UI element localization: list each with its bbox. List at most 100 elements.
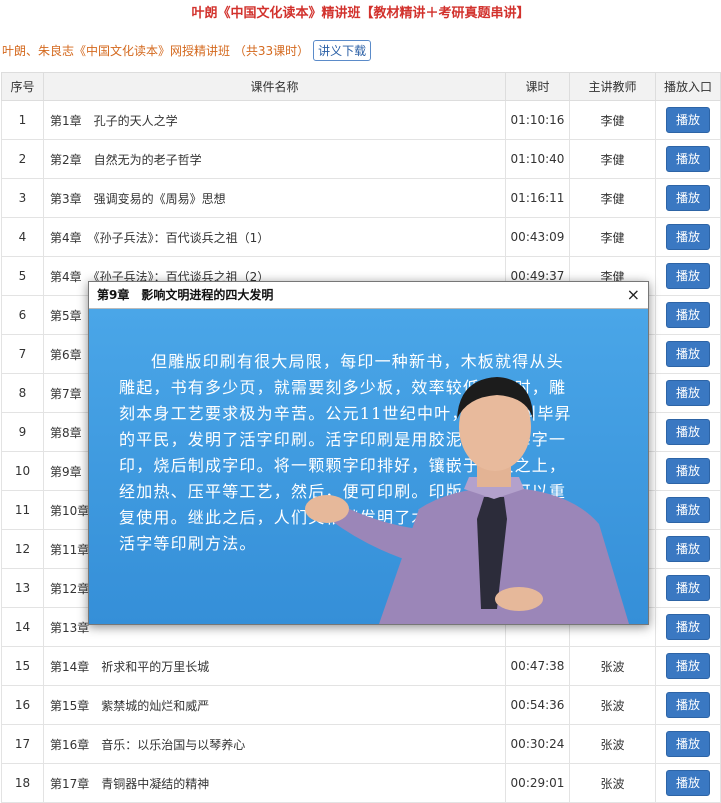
play-button[interactable]: 播放 xyxy=(666,263,710,289)
lecture-title: 第4章 《孙子兵法》：百代谈兵之祖（1） xyxy=(43,217,506,257)
table-row: 16 第15章 紫禁城的灿烂和威严 00:54:36 张波 播放 xyxy=(1,685,721,725)
modal-title: 第9章 影响文明进程的四大发明 xyxy=(97,288,274,302)
row-number: 14 xyxy=(1,607,44,647)
lecture-teacher: 张波 xyxy=(569,685,656,725)
play-cell: 播放 xyxy=(655,568,721,608)
play-cell: 播放 xyxy=(655,646,721,686)
close-icon[interactable]: × xyxy=(627,282,640,308)
play-cell: 播放 xyxy=(655,607,721,647)
lecture-duration: 00:54:36 xyxy=(505,685,570,725)
play-cell: 播放 xyxy=(655,217,721,257)
row-number: 13 xyxy=(1,568,44,608)
play-cell: 播放 xyxy=(655,100,721,140)
lecture-teacher: 李健 xyxy=(569,100,656,140)
lecture-title: 第3章 强调变易的《周易》思想 xyxy=(43,178,506,218)
lecture-title: 第14章 祈求和平的万里长城 xyxy=(43,646,506,686)
row-number: 16 xyxy=(1,685,44,725)
lecture-teacher: 李健 xyxy=(569,178,656,218)
play-button[interactable]: 播放 xyxy=(666,302,710,328)
lecture-duration: 01:16:11 xyxy=(505,178,570,218)
play-button[interactable]: 播放 xyxy=(666,614,710,640)
table-header-row: 序号 课件名称 课时 主讲教师 播放入口 xyxy=(1,72,721,101)
play-button[interactable]: 播放 xyxy=(666,497,710,523)
play-button[interactable]: 播放 xyxy=(666,731,710,757)
row-number: 3 xyxy=(1,178,44,218)
row-number: 18 xyxy=(1,763,44,803)
play-button[interactable]: 播放 xyxy=(666,380,710,406)
play-cell: 播放 xyxy=(655,295,721,335)
play-cell: 播放 xyxy=(655,139,721,179)
col-header-name: 课件名称 xyxy=(43,72,506,101)
lecture-title: 第16章 音乐：以乐治国与以琴养心 xyxy=(43,724,506,764)
lecture-title: 第15章 紫禁城的灿烂和威严 xyxy=(43,685,506,725)
play-cell: 播放 xyxy=(655,451,721,491)
row-number: 1 xyxy=(1,100,44,140)
course-line: 叶朗、朱良志《中国文化读本》网授精讲班 （共33课时） 讲义下载 xyxy=(2,40,372,61)
lecture-duration: 00:29:01 xyxy=(505,763,570,803)
row-number: 11 xyxy=(1,490,44,530)
row-number: 5 xyxy=(1,256,44,296)
lecture-duration: 00:43:09 xyxy=(505,217,570,257)
play-button[interactable]: 播放 xyxy=(666,341,710,367)
col-header-time: 课时 xyxy=(505,72,570,101)
row-number: 10 xyxy=(1,451,44,491)
presenter-figure xyxy=(305,377,629,624)
play-cell: 播放 xyxy=(655,178,721,218)
page-title: 叶朗《中国文化读本》精讲班【教材精讲＋考研真题串讲】 xyxy=(191,6,530,21)
video-modal: 第9章 影响文明进程的四大发明 × 但雕版印刷有很大局限，每印一种新书，木板就得… xyxy=(88,281,649,625)
row-number: 7 xyxy=(1,334,44,374)
lecture-duration: 01:10:40 xyxy=(505,139,570,179)
lecture-teacher: 李健 xyxy=(569,217,656,257)
row-number: 4 xyxy=(1,217,44,257)
play-cell: 播放 xyxy=(655,685,721,725)
row-number: 2 xyxy=(1,139,44,179)
row-number: 15 xyxy=(1,646,44,686)
lecture-teacher: 张波 xyxy=(569,763,656,803)
lecture-duration: 00:47:38 xyxy=(505,646,570,686)
play-button[interactable]: 播放 xyxy=(666,419,710,445)
row-number: 8 xyxy=(1,373,44,413)
play-button[interactable]: 播放 xyxy=(666,653,710,679)
col-header-play: 播放入口 xyxy=(655,72,721,101)
play-cell: 播放 xyxy=(655,529,721,569)
play-button[interactable]: 播放 xyxy=(666,107,710,133)
modal-header: 第9章 影响文明进程的四大发明 × xyxy=(89,282,648,309)
play-cell: 播放 xyxy=(655,490,721,530)
row-number: 9 xyxy=(1,412,44,452)
play-button[interactable]: 播放 xyxy=(666,185,710,211)
play-button[interactable]: 播放 xyxy=(666,770,710,796)
lecture-teacher: 张波 xyxy=(569,724,656,764)
lecture-duration: 00:30:24 xyxy=(505,724,570,764)
video-player[interactable]: 但雕版印刷有很大局限，每印一种新书，木板就得从头雕起，书有多少页，就需要刻多少板… xyxy=(89,309,648,624)
table-row: 15 第14章 祈求和平的万里长城 00:47:38 张波 播放 xyxy=(1,646,721,686)
play-button[interactable]: 播放 xyxy=(666,536,710,562)
table-row: 4 第4章 《孙子兵法》：百代谈兵之祖（1） 00:43:09 李健 播放 xyxy=(1,217,721,257)
handout-download-button[interactable]: 讲义下载 xyxy=(313,40,372,61)
lecture-teacher: 李健 xyxy=(569,139,656,179)
play-cell: 播放 xyxy=(655,412,721,452)
lecture-title: 第17章 青铜器中凝结的精神 xyxy=(43,763,506,803)
play-button[interactable]: 播放 xyxy=(666,575,710,601)
lecture-teacher: 张波 xyxy=(569,646,656,686)
row-number: 17 xyxy=(1,724,44,764)
lecture-title: 第1章 孔子的天人之学 xyxy=(43,100,506,140)
table-row: 3 第3章 强调变易的《周易》思想 01:16:11 李健 播放 xyxy=(1,178,721,218)
course-name: 叶朗、朱良志《中国文化读本》网授精讲班 （共33课时） xyxy=(2,44,310,58)
play-button[interactable]: 播放 xyxy=(666,458,710,484)
table-row: 2 第2章 自然无为的老子哲学 01:10:40 李健 播放 xyxy=(1,139,721,179)
play-button[interactable]: 播放 xyxy=(666,146,710,172)
table-row: 18 第17章 青铜器中凝结的精神 00:29:01 张波 播放 xyxy=(1,763,721,803)
col-header-num: 序号 xyxy=(1,72,44,101)
lecture-title: 第2章 自然无为的老子哲学 xyxy=(43,139,506,179)
table-row: 17 第16章 音乐：以乐治国与以琴养心 00:30:24 张波 播放 xyxy=(1,724,721,764)
play-cell: 播放 xyxy=(655,763,721,803)
play-button[interactable]: 播放 xyxy=(666,224,710,250)
play-cell: 播放 xyxy=(655,373,721,413)
row-number: 6 xyxy=(1,295,44,335)
lecture-duration: 01:10:16 xyxy=(505,100,570,140)
play-button[interactable]: 播放 xyxy=(666,692,710,718)
play-cell: 播放 xyxy=(655,334,721,374)
play-cell: 播放 xyxy=(655,724,721,764)
col-header-teacher: 主讲教师 xyxy=(569,72,656,101)
row-number: 12 xyxy=(1,529,44,569)
